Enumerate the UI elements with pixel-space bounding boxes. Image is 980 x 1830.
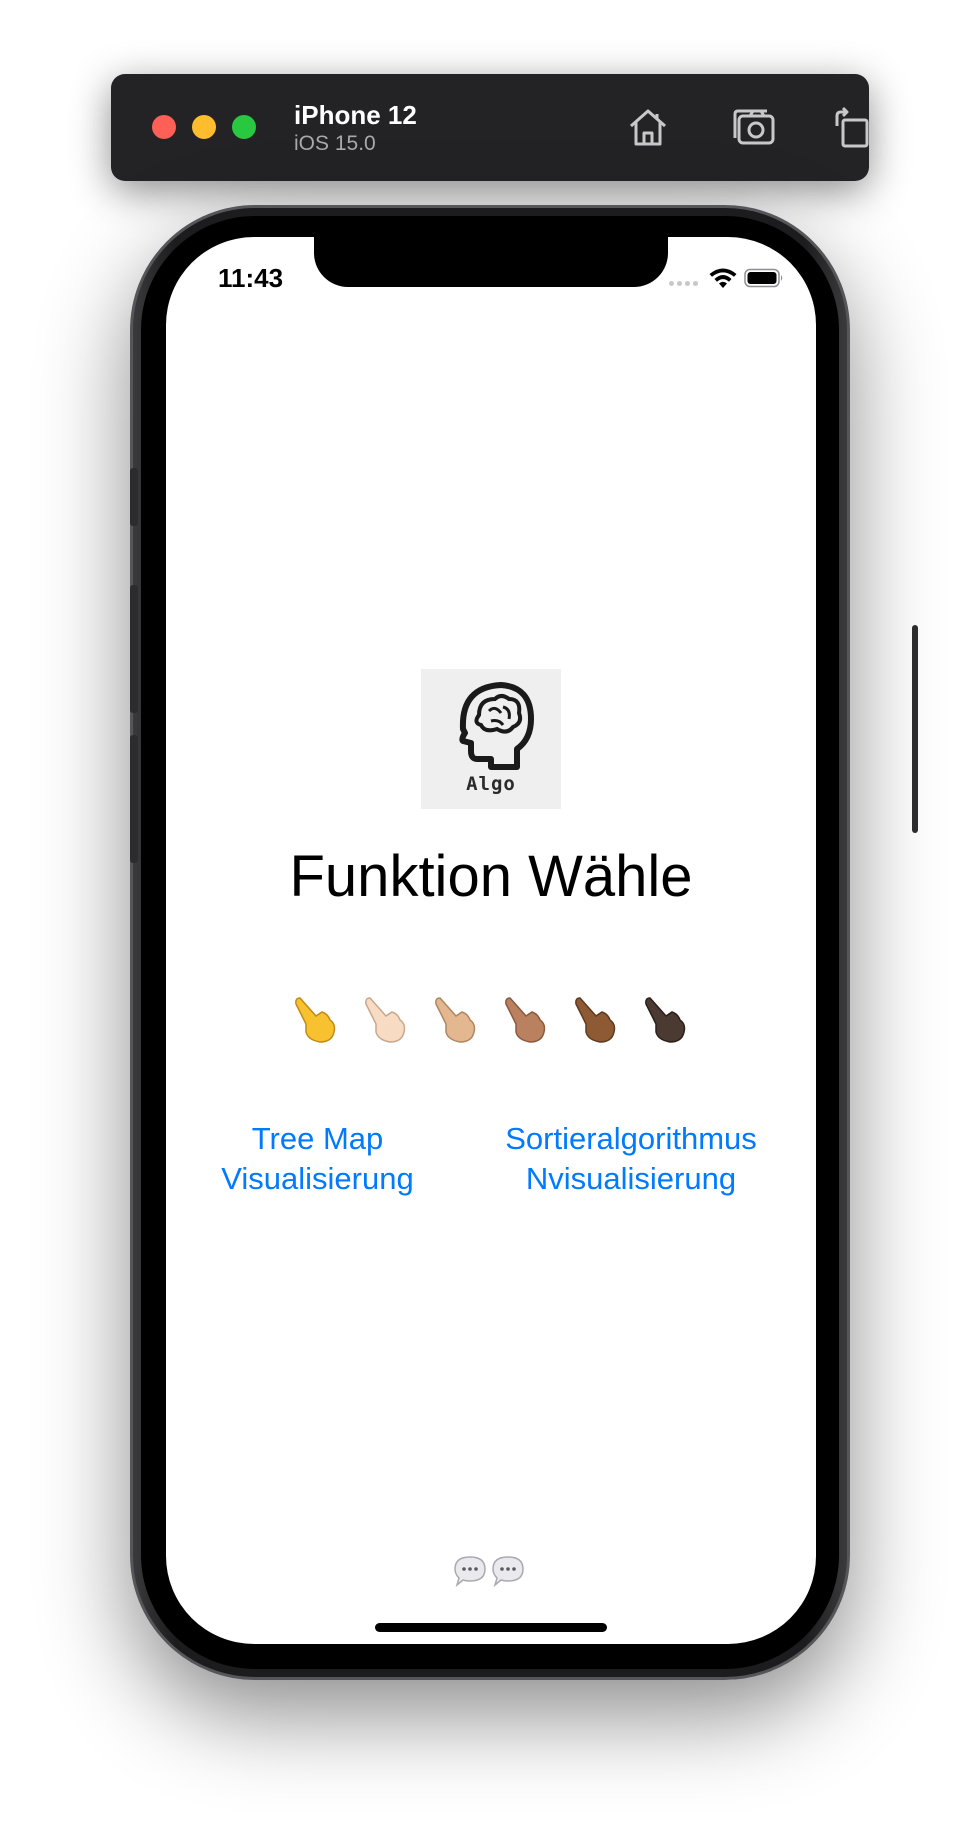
- mute-switch[interactable]: [130, 468, 138, 526]
- device-os-version: iOS 15.0: [294, 132, 376, 155]
- cellular-signal-icon: [669, 281, 698, 286]
- option-label-line2: Nvisualisierung: [525, 1161, 737, 1196]
- pointing-hand-icon: [362, 992, 410, 1044]
- app-logo: Algo: [421, 669, 561, 809]
- pointing-hand-icon: [642, 992, 690, 1044]
- option-label-line1: Sortieralgorithmus: [505, 1121, 757, 1156]
- home-icon[interactable]: [625, 104, 671, 150]
- screenshot-icon[interactable]: [731, 104, 777, 150]
- device-name: iPhone 12: [294, 100, 417, 130]
- logo-text: Algo: [466, 773, 516, 795]
- wifi-icon: [709, 268, 737, 288]
- option-label-line2: Visualisierung: [221, 1161, 414, 1196]
- status-time: 11:43: [218, 263, 284, 293]
- page-title: Funktion Wähle: [289, 844, 693, 909]
- volume-up-button[interactable]: [130, 585, 138, 713]
- pointing-hand-icon: [432, 992, 480, 1044]
- pointing-hand-icon: [502, 992, 550, 1044]
- zoom-window-button[interactable]: [232, 115, 256, 139]
- option-label-line1: Tree Map: [251, 1121, 384, 1156]
- speech-bubble-icon: [452, 1554, 488, 1588]
- rotate-icon[interactable]: [829, 104, 875, 150]
- notch: [314, 237, 668, 287]
- pointing-hands-row: [166, 992, 816, 1044]
- close-window-button[interactable]: [152, 115, 176, 139]
- volume-down-button[interactable]: [130, 735, 138, 863]
- side-power-button[interactable]: [912, 625, 918, 833]
- pointing-hand-icon: [292, 992, 340, 1044]
- pointing-hand-icon: [572, 992, 620, 1044]
- phone-screen: 11:43 Algo Funktion Wähle Tree Map Visua…: [166, 237, 816, 1644]
- chat-button[interactable]: [452, 1554, 526, 1588]
- home-indicator[interactable]: [375, 1623, 607, 1632]
- battery-icon: [744, 268, 783, 288]
- speech-bubble-icon: [490, 1554, 526, 1588]
- tree-map-visualization-button[interactable]: Tree Map Visualisierung: [210, 1119, 425, 1199]
- sorting-algorithm-visualization-button[interactable]: Sortieralgorithmus Nvisualisierung: [471, 1119, 791, 1199]
- minimize-window-button[interactable]: [192, 115, 216, 139]
